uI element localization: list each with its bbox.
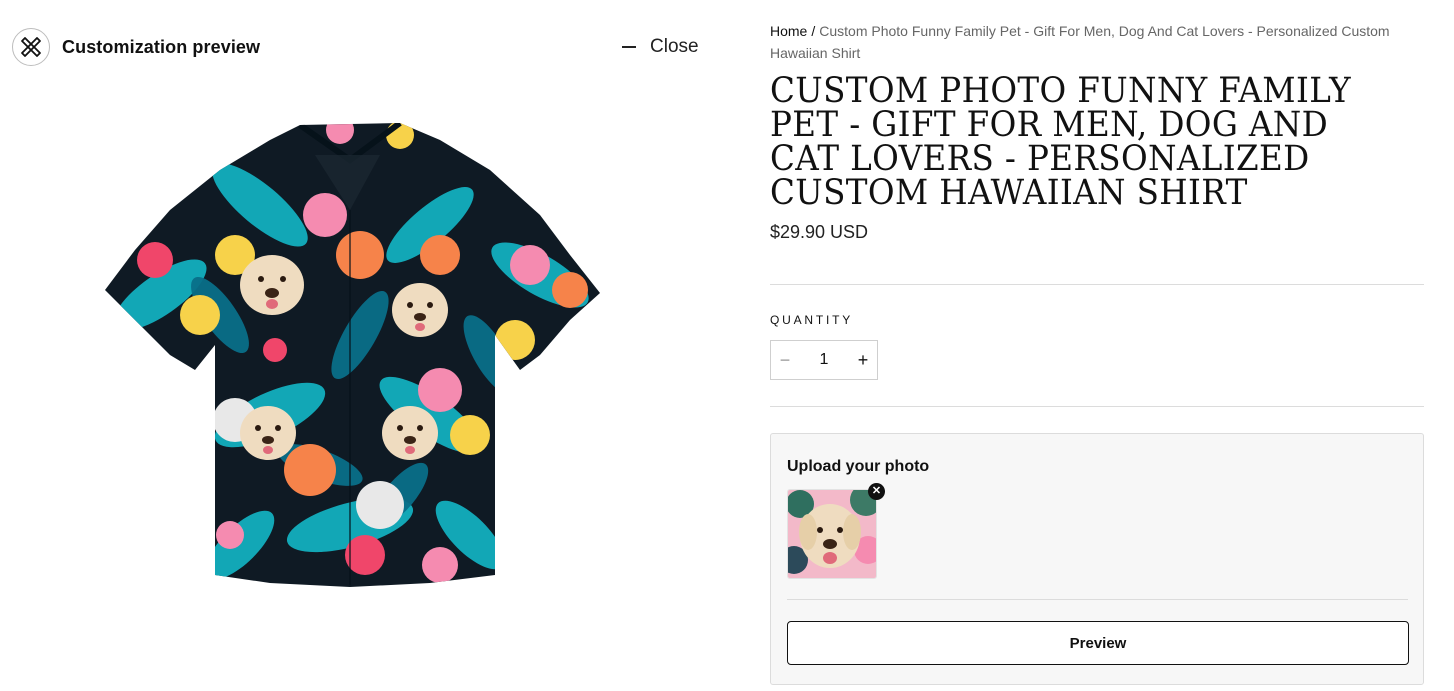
upload-title: Upload your photo (787, 458, 930, 475)
quantity-label: QUANTITY (770, 313, 854, 327)
breadcrumb-separator: / (811, 23, 816, 39)
upload-photo-section: Upload your photo ✕ Preview (770, 433, 1424, 685)
minus-icon (622, 46, 636, 48)
quantity-decrease-button[interactable]: − (771, 341, 799, 379)
preview-button[interactable]: Preview (787, 621, 1409, 665)
quantity-input[interactable]: 1 (799, 351, 849, 369)
breadcrumb-home-link[interactable]: Home (770, 23, 807, 39)
close-icon[interactable]: ✕ (868, 483, 885, 500)
customization-preview-panel: Customization preview Close (0, 0, 730, 691)
divider (770, 406, 1424, 407)
divider (770, 284, 1424, 285)
preview-header: Customization preview (12, 28, 260, 66)
uploaded-photo-thumbnail[interactable] (787, 489, 877, 579)
divider (787, 599, 1408, 600)
breadcrumb-current: Custom Photo Funny Family Pet - Gift For… (770, 23, 1390, 61)
product-title: CUSTOM PHOTO FUNNY FAMILY PET - GIFT FOR… (770, 71, 1352, 213)
preview-title: Customization preview (62, 36, 261, 57)
brand-logo-icon (12, 28, 50, 66)
quantity-stepper: − 1 + (770, 340, 878, 380)
close-label: Close (650, 36, 699, 57)
close-button[interactable]: Close (622, 36, 699, 58)
hawaiian-shirt-image (100, 115, 605, 590)
product-price: $29.90 USD (770, 222, 869, 242)
quantity-increase-button[interactable]: + (849, 341, 877, 379)
product-details: Home / Custom Photo Funny Family Pet - Gif… (770, 0, 1424, 691)
breadcrumb: Home / Custom Photo Funny Family Pet - Gif… (770, 20, 1424, 64)
